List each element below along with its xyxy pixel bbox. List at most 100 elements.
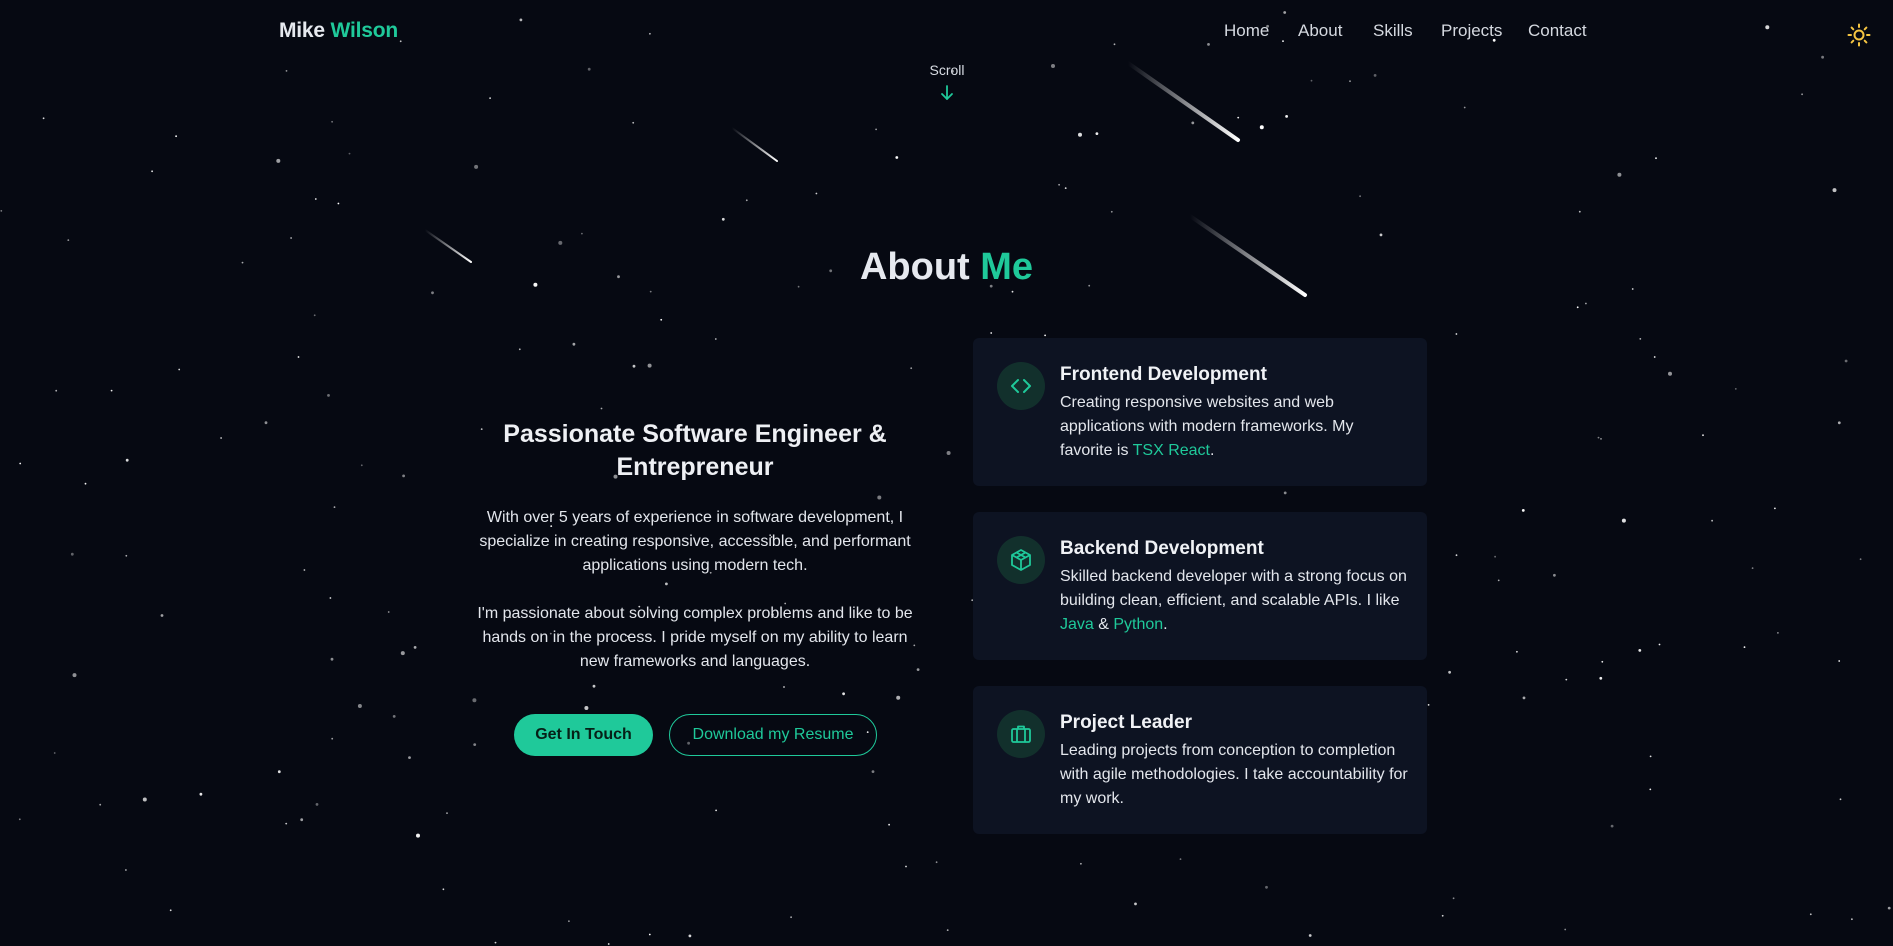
card-icon-badge [997, 536, 1045, 584]
code-icon [1011, 379, 1031, 393]
star [1455, 554, 1458, 557]
star [1521, 509, 1525, 512]
star [285, 70, 288, 72]
star [494, 941, 497, 944]
card-icon-badge [997, 710, 1045, 758]
nav-about[interactable]: About [1298, 21, 1342, 41]
star [285, 822, 288, 825]
star [946, 451, 951, 455]
star [442, 888, 445, 891]
star [1113, 43, 1116, 46]
star [314, 198, 317, 200]
star [1851, 918, 1853, 921]
star [413, 646, 417, 649]
nav-home[interactable]: Home [1224, 21, 1269, 41]
card-desc-connector: & [1093, 616, 1114, 633]
star [277, 770, 281, 774]
star [99, 803, 102, 806]
star [199, 792, 203, 796]
star [1621, 518, 1626, 523]
star [1463, 106, 1466, 109]
star [877, 495, 882, 500]
star [1179, 858, 1182, 860]
star [1064, 187, 1067, 190]
logo-first-name: Mike [279, 19, 325, 42]
skill-card-frontend: Frontend Development Creating responsive… [973, 338, 1427, 486]
star [1832, 188, 1837, 193]
star [1359, 195, 1361, 198]
star [1887, 906, 1891, 910]
star [1801, 93, 1803, 96]
star [331, 737, 334, 740]
star [745, 199, 748, 202]
nav-contact[interactable]: Contact [1528, 21, 1587, 41]
star [1282, 40, 1284, 42]
star [1751, 567, 1754, 569]
star [1655, 157, 1657, 160]
star [572, 342, 576, 346]
star [472, 698, 477, 703]
card-highlight: TSX React [1132, 442, 1210, 459]
star [387, 611, 390, 613]
star [125, 554, 128, 557]
star [721, 217, 725, 221]
star [1838, 660, 1841, 662]
cube-icon [1011, 549, 1031, 571]
star [1653, 356, 1656, 358]
star [1448, 670, 1451, 674]
download-resume-button[interactable]: Download my Resume [669, 714, 877, 756]
get-in-touch-button[interactable]: Get In Touch [514, 714, 653, 756]
site-logo[interactable]: Mike Wilson [279, 19, 398, 43]
star [1452, 897, 1455, 900]
star [842, 692, 845, 696]
star [53, 752, 56, 754]
star [896, 695, 901, 700]
star [1743, 646, 1746, 648]
star [1207, 43, 1210, 46]
star [392, 715, 396, 718]
star [600, 407, 603, 410]
star [474, 164, 479, 169]
scroll-hint[interactable]: Scroll [920, 62, 974, 102]
star [665, 582, 668, 586]
star [67, 239, 70, 242]
intro-heading-line1: Passionate Software Engineer & [503, 420, 887, 448]
star [290, 237, 292, 239]
star [408, 756, 411, 759]
intro-heading: Passionate Software Engineer & Entrepren… [470, 418, 920, 484]
section-title-main: About [859, 246, 970, 288]
star [1283, 491, 1287, 495]
theme-toggle-button[interactable] [1847, 23, 1871, 47]
star [1585, 302, 1587, 305]
star [333, 506, 336, 508]
intro-heading-line2: Entrepreneur [616, 453, 774, 481]
star [1821, 55, 1824, 59]
nav-skills[interactable]: Skills [1373, 21, 1413, 41]
card-title: Frontend Development [1060, 364, 1267, 385]
star [125, 869, 127, 871]
star [1110, 210, 1113, 213]
star [946, 929, 949, 931]
star [1734, 388, 1737, 390]
star [518, 348, 521, 351]
star [592, 684, 596, 688]
star [632, 364, 636, 368]
star [1610, 824, 1614, 828]
star [125, 458, 129, 462]
card-desc-text: Skilled backend developer with a strong … [1060, 568, 1407, 609]
star [660, 318, 663, 321]
star [1283, 11, 1287, 14]
star [329, 597, 332, 599]
logo-last-name: Wilson [330, 19, 399, 42]
star [1553, 573, 1556, 577]
card-desc-end: . [1163, 616, 1168, 633]
star [1601, 660, 1604, 663]
star [1044, 334, 1046, 337]
star [1080, 862, 1082, 865]
star [330, 657, 334, 661]
star [783, 686, 785, 688]
star [648, 933, 651, 936]
star [1011, 290, 1014, 293]
nav-projects[interactable]: Projects [1441, 21, 1502, 41]
star [1379, 233, 1383, 237]
